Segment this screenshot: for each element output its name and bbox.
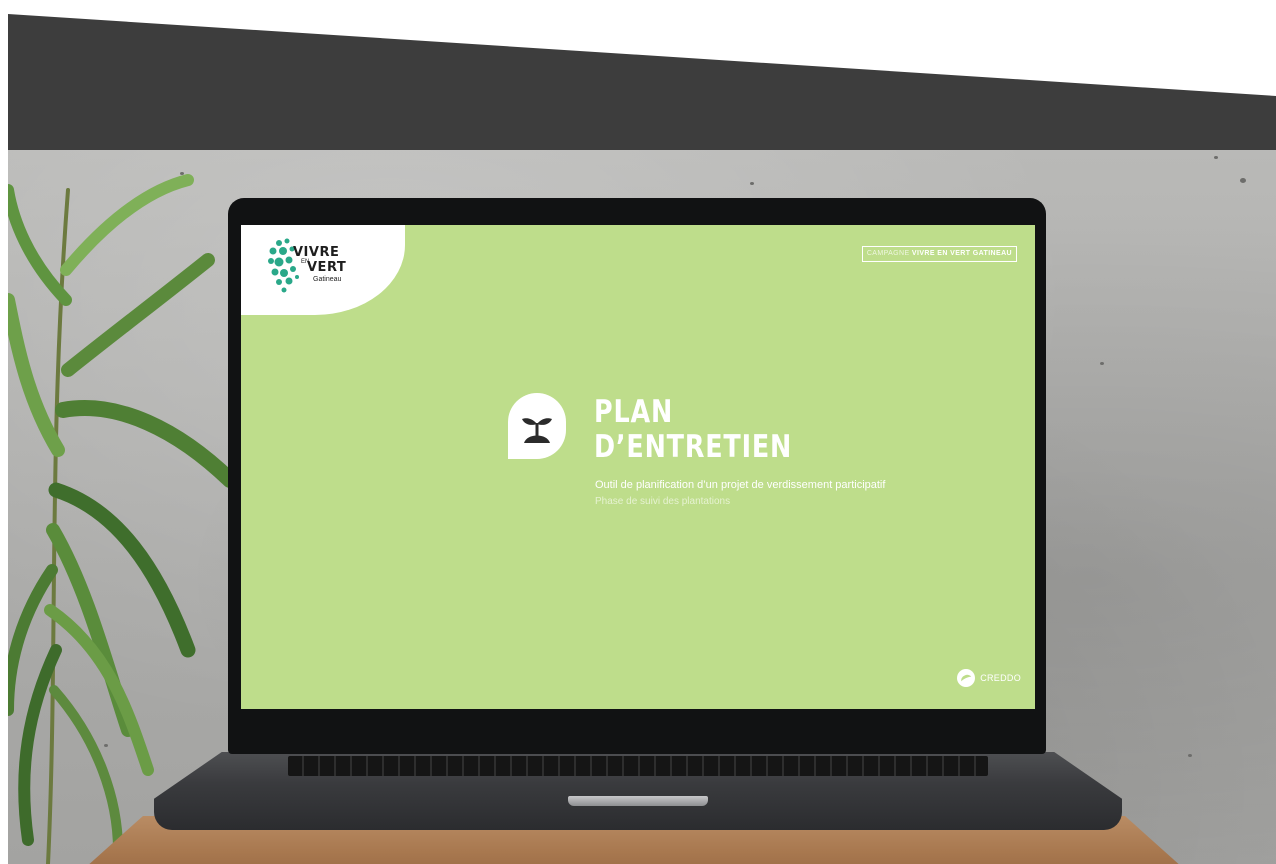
logo-text-city: Gatineau <box>313 276 342 283</box>
subtitle: Outil de planification d’un projet de ve… <box>595 479 886 491</box>
title-line-1: PLAN <box>594 394 674 430</box>
seedling-icon <box>508 393 566 459</box>
brand-logo-icon <box>957 669 976 687</box>
campaign-name: VIVRE EN VERT GATINEAU <box>911 250 1012 257</box>
logo-text-vert: VERT <box>307 260 347 275</box>
decorative-plant <box>8 174 238 864</box>
title-line-2: D’ENTRETIEN <box>594 429 793 465</box>
logo-background: VIVRE EN VERT Gatineau <box>241 225 405 315</box>
page-title: PLAN D’ENTRETIEN <box>594 395 792 465</box>
top-dark-band <box>8 14 1276 150</box>
footer-brand: CREDDO <box>957 669 1021 687</box>
laptop-screen: VIVRE EN VERT Gatineau CAMPAGNE VIVRE EN… <box>241 225 1035 709</box>
brand-name: CREDDO <box>980 673 1021 683</box>
logo-text-vivre: VIVRE <box>293 245 340 260</box>
laptop-notch <box>568 796 708 806</box>
campaign-prefix: CAMPAGNE <box>866 250 910 257</box>
campaign-label: CAMPAGNE VIVRE EN VERT GATINEAU <box>861 246 1017 262</box>
photo-scene: VIVRE EN VERT Gatineau CAMPAGNE VIVRE EN… <box>8 150 1276 864</box>
phase-label: Phase de suivi des plantations <box>595 496 731 507</box>
logo-dots-graphic <box>268 238 299 293</box>
laptop-keyboard <box>288 756 988 776</box>
